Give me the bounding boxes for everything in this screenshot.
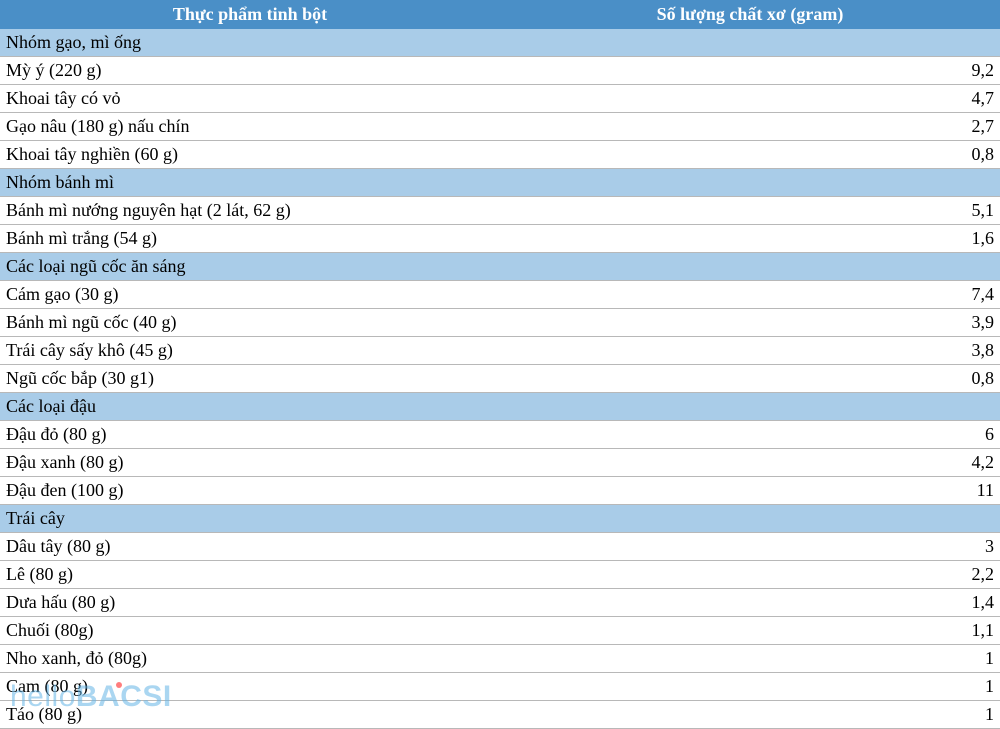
table-row: Cám gạo (30 g)7,4 <box>0 281 1000 309</box>
food-cell: Chuối (80g) <box>0 617 500 645</box>
group-row: Trái cây <box>0 505 1000 533</box>
food-cell: Dâu tây (80 g) <box>0 533 500 561</box>
fiber-cell: 5,1 <box>500 197 1000 225</box>
table-row: Mỳ ý (220 g)9,2 <box>0 57 1000 85</box>
header-food: Thực phẩm tinh bột <box>0 0 500 29</box>
table-row: Chuối (80g)1,1 <box>0 617 1000 645</box>
food-cell: Lê (80 g) <box>0 561 500 589</box>
fiber-cell: 4,2 <box>500 449 1000 477</box>
fiber-cell: 1,1 <box>500 617 1000 645</box>
food-cell: Cam (80 g) <box>0 673 500 701</box>
group-name: Các loại đậu <box>0 393 1000 421</box>
fiber-cell: 1,4 <box>500 589 1000 617</box>
fiber-cell: 1 <box>500 701 1000 729</box>
group-row: Nhóm bánh mì <box>0 169 1000 197</box>
table-row: Nho xanh, đỏ (80g)1 <box>0 645 1000 673</box>
food-cell: Nho xanh, đỏ (80g) <box>0 645 500 673</box>
fiber-table: Thực phẩm tinh bột Số lượng chất xơ (gra… <box>0 0 1000 729</box>
table-row: Dưa hấu (80 g)1,4 <box>0 589 1000 617</box>
fiber-cell: 1 <box>500 645 1000 673</box>
table-row: Trái cây sấy khô (45 g)3,8 <box>0 337 1000 365</box>
food-cell: Dưa hấu (80 g) <box>0 589 500 617</box>
group-row: Các loại ngũ cốc ăn sáng <box>0 253 1000 281</box>
table-row: Lê (80 g)2,2 <box>0 561 1000 589</box>
food-cell: Khoai tây nghiền (60 g) <box>0 141 500 169</box>
food-cell: Khoai tây có vỏ <box>0 85 500 113</box>
group-name: Nhóm bánh mì <box>0 169 1000 197</box>
fiber-cell: 3,9 <box>500 309 1000 337</box>
group-name: Trái cây <box>0 505 1000 533</box>
table-row: Khoai tây có vỏ4,7 <box>0 85 1000 113</box>
table-row: Cam (80 g)1 <box>0 673 1000 701</box>
food-cell: Đậu xanh (80 g) <box>0 449 500 477</box>
fiber-cell: 1,6 <box>500 225 1000 253</box>
food-cell: Cám gạo (30 g) <box>0 281 500 309</box>
food-cell: Gạo nâu (180 g) nấu chín <box>0 113 500 141</box>
food-cell: Bánh mì ngũ cốc (40 g) <box>0 309 500 337</box>
fiber-cell: 6 <box>500 421 1000 449</box>
group-name: Nhóm gạo, mì ống <box>0 29 1000 57</box>
food-cell: Bánh mì trắng (54 g) <box>0 225 500 253</box>
table-row: Đậu đen (100 g)11 <box>0 477 1000 505</box>
fiber-cell: 4,7 <box>500 85 1000 113</box>
table-row: Bánh mì trắng (54 g)1,6 <box>0 225 1000 253</box>
table-row: Táo (80 g)1 <box>0 701 1000 729</box>
fiber-cell: 0,8 <box>500 365 1000 393</box>
fiber-cell: 1 <box>500 673 1000 701</box>
table-row: Bánh mì nướng nguyên hạt (2 lát, 62 g)5,… <box>0 197 1000 225</box>
food-cell: Mỳ ý (220 g) <box>0 57 500 85</box>
food-cell: Táo (80 g) <box>0 701 500 729</box>
fiber-cell: 3,8 <box>500 337 1000 365</box>
table-row: Bánh mì ngũ cốc (40 g)3,9 <box>0 309 1000 337</box>
fiber-cell: 2,7 <box>500 113 1000 141</box>
group-row: Nhóm gạo, mì ống <box>0 29 1000 57</box>
table-row: Đậu xanh (80 g)4,2 <box>0 449 1000 477</box>
table-row: Ngũ cốc bắp (30 g1)0,8 <box>0 365 1000 393</box>
fiber-cell: 9,2 <box>500 57 1000 85</box>
food-cell: Đậu đỏ (80 g) <box>0 421 500 449</box>
fiber-cell: 11 <box>500 477 1000 505</box>
table-row: Đậu đỏ (80 g)6 <box>0 421 1000 449</box>
fiber-cell: 3 <box>500 533 1000 561</box>
header-row: Thực phẩm tinh bột Số lượng chất xơ (gra… <box>0 0 1000 29</box>
table-row: Dâu tây (80 g)3 <box>0 533 1000 561</box>
table-row: Gạo nâu (180 g) nấu chín2,7 <box>0 113 1000 141</box>
food-cell: Bánh mì nướng nguyên hạt (2 lát, 62 g) <box>0 197 500 225</box>
food-cell: Ngũ cốc bắp (30 g1) <box>0 365 500 393</box>
table-row: Khoai tây nghiền (60 g)0,8 <box>0 141 1000 169</box>
fiber-cell: 2,2 <box>500 561 1000 589</box>
fiber-cell: 7,4 <box>500 281 1000 309</box>
food-cell: Trái cây sấy khô (45 g) <box>0 337 500 365</box>
group-row: Các loại đậu <box>0 393 1000 421</box>
fiber-cell: 0,8 <box>500 141 1000 169</box>
food-cell: Đậu đen (100 g) <box>0 477 500 505</box>
header-fiber: Số lượng chất xơ (gram) <box>500 0 1000 29</box>
group-name: Các loại ngũ cốc ăn sáng <box>0 253 1000 281</box>
